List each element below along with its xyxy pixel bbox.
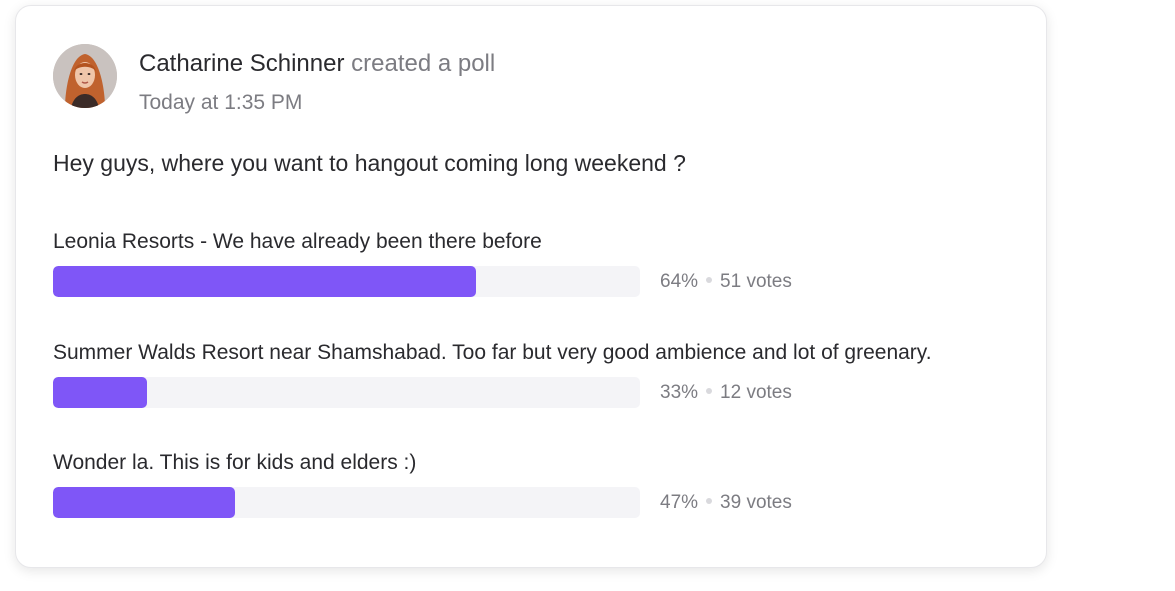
poll-option[interactable]: Wonder la. This is for kids and elders :… (53, 449, 1033, 529)
option-progress-bar[interactable] (53, 487, 640, 518)
option-progress-fill (53, 377, 147, 408)
poll-option[interactable]: Leonia Resorts - We have already been th… (53, 228, 1033, 308)
option-label: Wonder la. This is for kids and elders :… (53, 451, 417, 474)
separator-dot-icon (706, 498, 713, 505)
option-percent: 47% (660, 492, 699, 513)
option-progress-fill (53, 266, 476, 297)
option-progress-bar[interactable] (53, 377, 640, 408)
poll-question: Hey guys, where you want to hangout comi… (53, 150, 686, 176)
post-timestamp: Today at 1:35 PM (139, 91, 303, 114)
poll-option[interactable]: Summer Walds Resort near Shamshabad. Too… (53, 339, 1033, 419)
avatar-portrait-icon (53, 44, 117, 108)
option-progress-bar[interactable] (53, 266, 640, 297)
poll-card: Catharine Schinner created a poll Today … (15, 5, 1047, 568)
option-percent: 64% (660, 271, 699, 292)
separator-dot-icon (706, 277, 713, 284)
option-label: Summer Walds Resort near Shamshabad. Too… (53, 341, 932, 364)
option-percent: 33% (660, 382, 699, 403)
avatar[interactable] (53, 44, 117, 108)
option-label: Leonia Resorts - We have already been th… (53, 230, 542, 253)
author-name[interactable]: Catharine Schinner (139, 50, 344, 77)
option-stats: 33% 12 votes (660, 380, 792, 406)
option-votes: 51 votes (720, 271, 792, 292)
option-votes: 12 votes (720, 382, 792, 403)
option-progress-fill (53, 487, 235, 518)
option-stats: 47% 39 votes (660, 490, 792, 516)
option-stats: 64% 51 votes (660, 269, 792, 295)
post-action: created a poll (351, 50, 496, 77)
separator-dot-icon (706, 388, 713, 395)
option-votes: 39 votes (720, 492, 792, 513)
author-line: Catharine Schinner created a poll (139, 49, 495, 79)
